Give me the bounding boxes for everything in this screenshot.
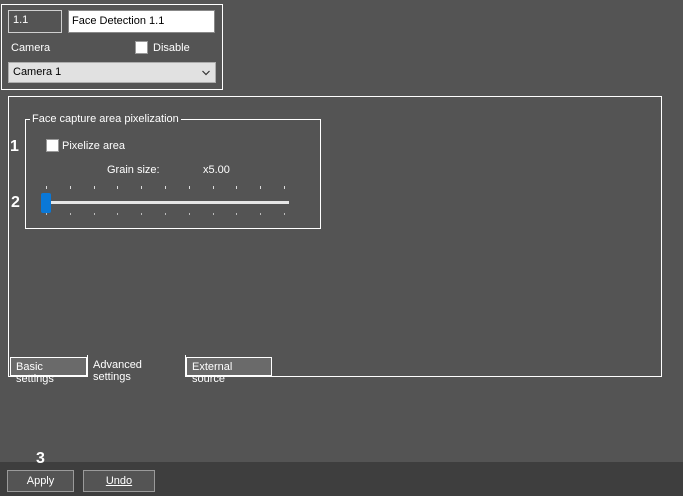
slider-tick-top <box>284 186 285 189</box>
camera-select[interactable]: Camera 1 <box>8 62 216 83</box>
grain-size-value: x5.00 <box>203 164 230 176</box>
disable-label: Disable <box>153 42 190 54</box>
slider-tick-bottom <box>260 213 261 215</box>
camera-label: Camera <box>11 42 51 54</box>
slider-tick-top <box>213 186 214 189</box>
grain-size-label: Grain size: <box>107 164 160 176</box>
slider-tick-top <box>46 186 47 189</box>
slider-tick-bottom <box>213 213 214 215</box>
slider-tick-bottom <box>46 213 47 215</box>
marker-2: 2 <box>11 194 20 211</box>
pixelize-area-checkbox[interactable] <box>46 139 59 152</box>
undo-button[interactable]: Undo <box>83 470 155 492</box>
tab-advanced-settings[interactable]: Advanced settings <box>87 355 186 383</box>
slider-tick-top <box>236 186 237 189</box>
slider-tick-bottom <box>165 213 166 215</box>
marker-3: 3 <box>36 450 45 467</box>
slider-tick-bottom <box>284 213 285 215</box>
slider-tick-bottom <box>70 213 71 215</box>
slider-tick-top <box>165 186 166 189</box>
pixelization-group-title: Face capture area pixelization <box>30 113 181 125</box>
undo-button-label: Undo <box>105 475 133 487</box>
slider-tick-bottom <box>236 213 237 215</box>
detector-name-field[interactable]: Face Detection 1.1 <box>68 10 215 33</box>
slider-tick-bottom <box>117 213 118 215</box>
slider-tick-bottom <box>94 213 95 215</box>
slider-tick-top <box>117 186 118 189</box>
detector-id-field[interactable]: 1.1 <box>8 10 62 33</box>
slider-tick-top <box>189 186 190 189</box>
pixelize-area-label: Pixelize area <box>62 140 125 152</box>
slider-tick-top <box>70 186 71 189</box>
apply-button[interactable]: Apply <box>7 470 74 492</box>
slider-tick-top <box>94 186 95 189</box>
tab-external-source[interactable]: External source <box>186 357 272 385</box>
chevron-down-icon <box>202 70 210 76</box>
slider-tick-bottom <box>141 213 142 215</box>
disable-checkbox[interactable] <box>135 41 148 54</box>
tab-basic-settings[interactable]: Basic settings <box>10 357 87 385</box>
slider-tick-top <box>141 186 142 189</box>
slider-tick-top <box>260 186 261 189</box>
marker-1: 1 <box>10 138 19 155</box>
grain-size-slider-thumb[interactable] <box>41 193 51 213</box>
slider-tick-bottom <box>189 213 190 215</box>
grain-size-slider-track[interactable] <box>45 201 289 204</box>
camera-select-value: Camera 1 <box>13 66 62 78</box>
